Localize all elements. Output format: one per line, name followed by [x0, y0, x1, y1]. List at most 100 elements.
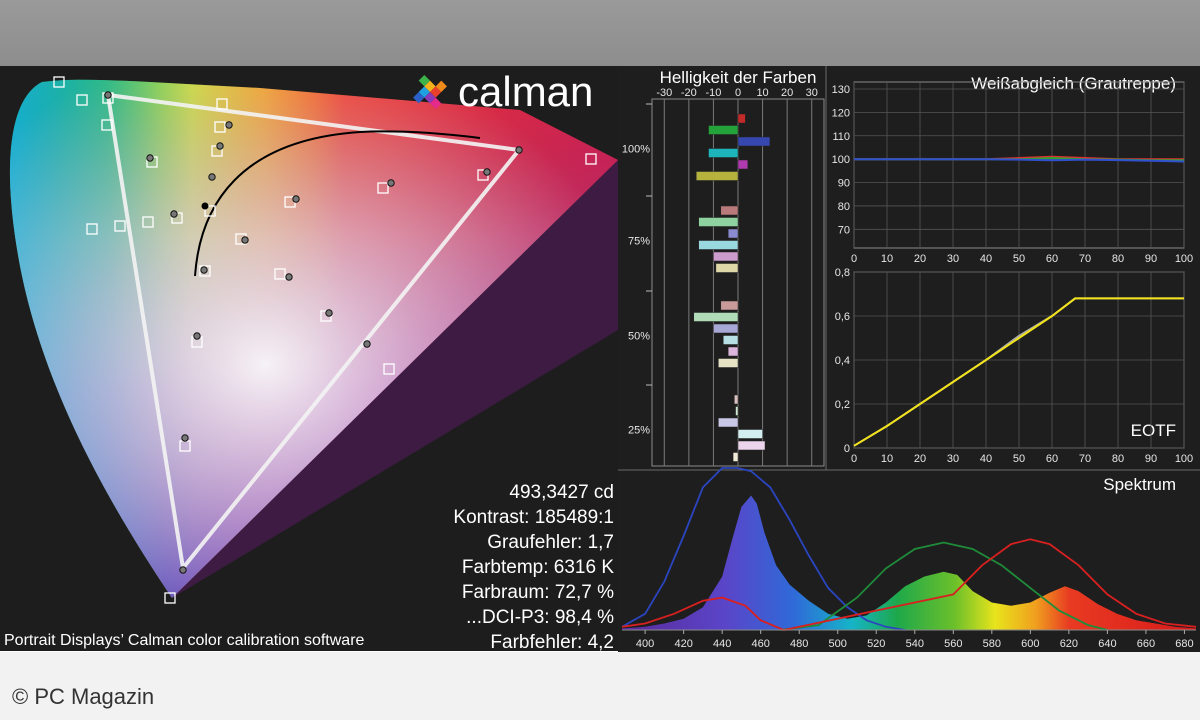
- cie-measured-point: [515, 146, 523, 154]
- spectrum-tick-label: 520: [867, 638, 885, 650]
- spectrum-tick-label: 660: [1137, 638, 1155, 650]
- stat-color-temp: Farbtemp: 6316 K: [462, 557, 614, 578]
- x-tick-label: 80: [1112, 453, 1124, 465]
- y-tick-label: 90: [838, 178, 850, 190]
- cie-measured-point: [292, 195, 300, 203]
- spectrum-tick-label: 600: [1021, 638, 1039, 650]
- brightness-bar: [718, 417, 739, 428]
- spectrum-tick-label: 640: [1098, 638, 1116, 650]
- cie-measured-point: [225, 121, 233, 129]
- cie-measured-point: [179, 566, 187, 574]
- brightness-bar: [727, 346, 739, 357]
- brightness-bar: [727, 228, 739, 239]
- x-tick-label: 90: [1145, 453, 1157, 465]
- brightness-x-tick: -10: [705, 87, 721, 99]
- y-tick-label: 80: [838, 201, 850, 213]
- cie-measured-point: [216, 142, 224, 150]
- spectrum-tick-label: 560: [944, 638, 962, 650]
- right-panels-bg: [618, 66, 1200, 652]
- x-tick-label: 0: [851, 253, 857, 265]
- y-tick-label: 110: [832, 131, 850, 143]
- x-tick-label: 20: [914, 253, 926, 265]
- white-point-target: [201, 202, 209, 210]
- stat-luminance: 493,3427 cd: [509, 482, 614, 503]
- cie-measured-point: [208, 173, 216, 181]
- brightness-bar: [698, 240, 739, 250]
- stat-color-error: Farbfehler: 4,2: [490, 632, 614, 653]
- brightness-bar: [732, 452, 739, 462]
- spectrum-title: Spektrum: [1103, 475, 1176, 494]
- cie-measured-point: [387, 179, 395, 187]
- brightness-bar: [723, 335, 739, 345]
- x-tick-label: 0: [851, 453, 857, 465]
- brightness-bar: [737, 113, 746, 124]
- brightness-bar: [708, 148, 739, 158]
- y-tick-label: 130: [832, 84, 850, 96]
- brightness-level-label: 75%: [628, 236, 650, 248]
- x-tick-label: 100: [1175, 253, 1193, 265]
- x-tick-label: 20: [914, 453, 926, 465]
- cie-measured-point: [146, 154, 154, 162]
- y-tick-label: 70: [838, 224, 850, 236]
- stat-contrast: Kontrast: 185489:1: [453, 507, 614, 528]
- brightness-bar: [718, 358, 739, 368]
- brightness-bar: [698, 217, 739, 227]
- spectrum-tick-label: 400: [636, 638, 654, 650]
- x-tick-label: 10: [881, 453, 893, 465]
- spectrum-tick-label: 420: [674, 638, 692, 650]
- screenshot-frame: © PC Magazin calman 493,3427 cd Kontrast…: [0, 0, 1200, 720]
- y-tick-label: 0,2: [835, 399, 850, 411]
- brightness-bar: [720, 300, 739, 311]
- white-balance-title: Weißabgleich (Grautreppe): [971, 74, 1176, 93]
- y-tick-label: 0,6: [835, 311, 850, 323]
- calman-wordmark: calman: [458, 68, 593, 115]
- brightness-x-tick: 20: [781, 87, 793, 99]
- spectrum-tick-label: 580: [983, 638, 1001, 650]
- y-tick-label: 120: [832, 107, 850, 119]
- eotf-title: EOTF: [1131, 421, 1176, 440]
- spectrum-tick-label: 500: [829, 638, 847, 650]
- x-tick-label: 100: [1175, 453, 1193, 465]
- cie-caption: Portrait Displays’ Calman color calibrat…: [4, 632, 365, 649]
- cie-measured-point: [363, 340, 371, 348]
- cie-measured-point: [181, 434, 189, 442]
- stat-dci-p3: ...DCI-P3: 98,4 %: [466, 607, 614, 628]
- x-tick-label: 40: [980, 253, 992, 265]
- cie-measured-point: [193, 332, 201, 340]
- spectrum-tick-label: 440: [713, 638, 731, 650]
- cie-measured-point: [241, 236, 249, 244]
- spectrum-tick-label: 680: [1175, 638, 1193, 650]
- brightness-x-tick: -20: [681, 87, 697, 99]
- x-tick-label: 40: [980, 453, 992, 465]
- stat-gray-error: Graufehler: 1,7: [487, 532, 614, 553]
- y-tick-label: 0,8: [835, 267, 850, 279]
- y-tick-label: 100: [832, 154, 850, 166]
- brightness-chart-title: Helligkeit der Farben: [660, 68, 817, 87]
- brightness-bar: [693, 312, 739, 322]
- x-tick-label: 30: [947, 253, 959, 265]
- cie-measured-point: [200, 266, 208, 274]
- x-tick-label: 70: [1079, 453, 1091, 465]
- spectrum-tick-label: 460: [752, 638, 770, 650]
- cie-measured-point: [285, 273, 293, 281]
- cie-stats: 493,3427 cd Kontrast: 185489:1 Graufehle…: [453, 482, 614, 653]
- brightness-bar: [713, 323, 739, 334]
- brightness-x-tick: 0: [735, 87, 741, 99]
- brightness-x-tick: 10: [756, 87, 768, 99]
- brightness-bar: [715, 263, 739, 273]
- brightness-bar: [737, 440, 766, 451]
- brightness-bar: [737, 429, 763, 439]
- x-tick-label: 50: [1013, 253, 1025, 265]
- brightness-bar: [708, 125, 739, 135]
- stat-gamut: Farbraum: 72,7 %: [462, 582, 614, 603]
- x-tick-label: 60: [1046, 253, 1058, 265]
- x-tick-label: 10: [881, 253, 893, 265]
- x-tick-label: 80: [1112, 253, 1124, 265]
- brightness-level-label: 50%: [628, 331, 650, 343]
- brightness-bar: [737, 136, 771, 147]
- spectrum-tick-label: 620: [1060, 638, 1078, 650]
- brightness-level-label: 25%: [628, 425, 650, 437]
- y-tick-label: 0: [844, 443, 850, 455]
- cie-measured-point: [170, 210, 178, 218]
- cie-measured-point: [325, 309, 333, 317]
